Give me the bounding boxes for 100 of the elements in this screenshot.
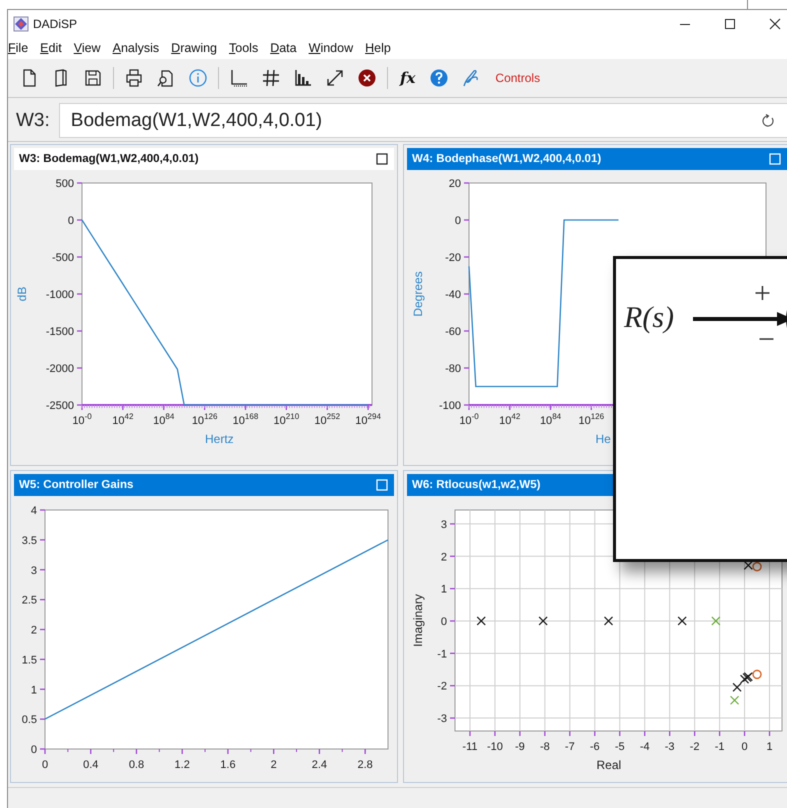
menu-item[interactable]: Help: [365, 41, 396, 55]
tick-label: -11: [462, 741, 478, 753]
tick-label: 0.5: [22, 714, 37, 726]
tick-label: 0: [42, 759, 48, 771]
menu-item[interactable]: Analysis: [112, 41, 164, 55]
menu-item[interactable]: View: [74, 41, 106, 55]
tick-label: -1: [437, 648, 447, 660]
tick-label: -80: [445, 363, 461, 375]
menu-item[interactable]: Drawing: [171, 41, 222, 55]
tick-label: -2: [437, 680, 447, 693]
tick-label: 0: [454, 215, 461, 227]
info-icon[interactable]: [188, 68, 208, 88]
tick-label: 1: [30, 684, 37, 696]
refresh-icon[interactable]: [761, 114, 775, 128]
tick-label: 10$^{42}$: [499, 412, 520, 427]
tick-label: 2.8: [357, 759, 373, 771]
tick-label: 10$^{294}$: [355, 412, 381, 427]
axis-title: dB: [15, 286, 29, 302]
minus-sign: −: [758, 323, 775, 357]
tick-label: 2: [30, 624, 37, 636]
save-icon[interactable]: [83, 68, 103, 88]
tick-label: -5: [614, 741, 625, 753]
tick-label: 10$^{84}$: [540, 412, 562, 427]
tick-label: 1: [440, 584, 447, 596]
axes-icon[interactable]: [229, 68, 249, 88]
pane-header[interactable]: W4: Bodephase(W1,W2,400,4,0.01): [407, 148, 787, 170]
pane-title: W4: Bodephase(W1,W2,400,4,0.01): [412, 153, 602, 165]
pane-title: W5: Controller Gains: [19, 479, 134, 491]
tick-label: 3.5: [22, 534, 37, 547]
window-title: DADiSP: [33, 16, 78, 30]
menu-item[interactable]: Edit: [40, 41, 67, 55]
tick-label: -1: [714, 741, 724, 753]
tick-label: 0: [440, 616, 447, 628]
tick-label: 10$^{252}$: [314, 412, 340, 427]
tick-label: -8: [540, 741, 550, 753]
tick-label: 2.4: [312, 759, 328, 771]
tick-label: 0: [742, 741, 748, 753]
tick-label: 3: [440, 518, 447, 531]
menu-item[interactable]: Window: [308, 41, 358, 55]
tick-label: 2: [270, 759, 277, 771]
tick-label: 1.6: [220, 759, 236, 771]
tick-label: 10$^{42}$: [112, 412, 134, 427]
pane-header[interactable]: W3: Bodemag(W1,W2,400,4,0.01): [14, 148, 394, 170]
tick-label: 10$^{84}$: [153, 412, 174, 427]
menu-item[interactable]: Tools: [229, 41, 264, 55]
tick-label: 10$^{126}$: [578, 412, 604, 427]
tick-label: 10$^{210}$: [274, 412, 300, 427]
expand-icon[interactable]: [325, 68, 345, 88]
tick-label: -10: [486, 741, 503, 753]
tick-label: -100: [438, 400, 461, 412]
tick-label: -40: [445, 289, 461, 301]
pane-title: W3: Bodemag(W1,W2,400,4,0.01): [19, 153, 200, 165]
signal-label: R(s): [624, 301, 674, 335]
tick-label: -1000: [46, 289, 74, 301]
tick-label: -4: [640, 741, 650, 753]
pane-title: W6: Rtlocus(w1,w2,W5): [412, 479, 542, 491]
tick-label: -7: [564, 741, 575, 753]
axis-title: Degrees: [411, 271, 425, 317]
tick-label: -9: [515, 741, 525, 753]
tick-label: 4: [30, 505, 37, 517]
tick-label: 10$^{-0}$: [459, 412, 479, 427]
menu-item[interactable]: File: [8, 41, 34, 55]
help-icon[interactable]: [429, 68, 450, 88]
maximize-icon[interactable]: [376, 153, 388, 165]
print-icon[interactable]: [124, 68, 144, 88]
tick-label: 2: [440, 551, 447, 564]
stop-icon[interactable]: [357, 68, 377, 88]
tick-label: 10$^{126}$: [192, 412, 218, 427]
grid-icon[interactable]: [261, 68, 281, 88]
menu-item[interactable]: Data: [270, 41, 302, 55]
axis-title: Real: [596, 758, 622, 772]
tick-label: 1.2: [174, 759, 190, 771]
controls-button[interactable]: Controls: [495, 71, 540, 85]
tick-label: 0.8: [128, 759, 144, 771]
tick-label: -3: [664, 741, 675, 753]
tick-label: -6: [590, 741, 600, 753]
tick-label: 1.5: [22, 654, 37, 666]
tick-label: 1: [766, 741, 773, 753]
tick-label: 0: [30, 744, 37, 756]
tick-label: 500: [56, 178, 74, 190]
tick-label: 10$^{168}$: [232, 412, 258, 427]
function-button[interactable]: fx: [400, 69, 416, 87]
formula-field[interactable]: Bodemag(W1,W2,400,4,0.01): [58, 103, 787, 138]
plus-sign: +: [754, 277, 771, 311]
window-label: W3:: [16, 110, 50, 132]
bar-chart-icon[interactable]: [293, 68, 313, 88]
tick-label: -60: [445, 326, 461, 338]
app-icon: [13, 16, 29, 32]
maximize-icon[interactable]: [724, 18, 736, 30]
tick-label: -20: [445, 252, 461, 264]
tick-label: -1500: [46, 326, 74, 338]
pane-header[interactable]: W5: Controller Gains: [14, 474, 394, 496]
close-icon[interactable]: [769, 18, 781, 30]
tick-label: 20: [448, 178, 461, 190]
tick-label: -3: [437, 713, 447, 726]
tick-label: 10$^{-0}$: [72, 412, 92, 427]
tick-label: 0: [68, 215, 74, 227]
tick-label: -2: [690, 741, 700, 753]
tick-label: -2500: [46, 400, 74, 412]
tick-label: -2000: [46, 363, 74, 375]
